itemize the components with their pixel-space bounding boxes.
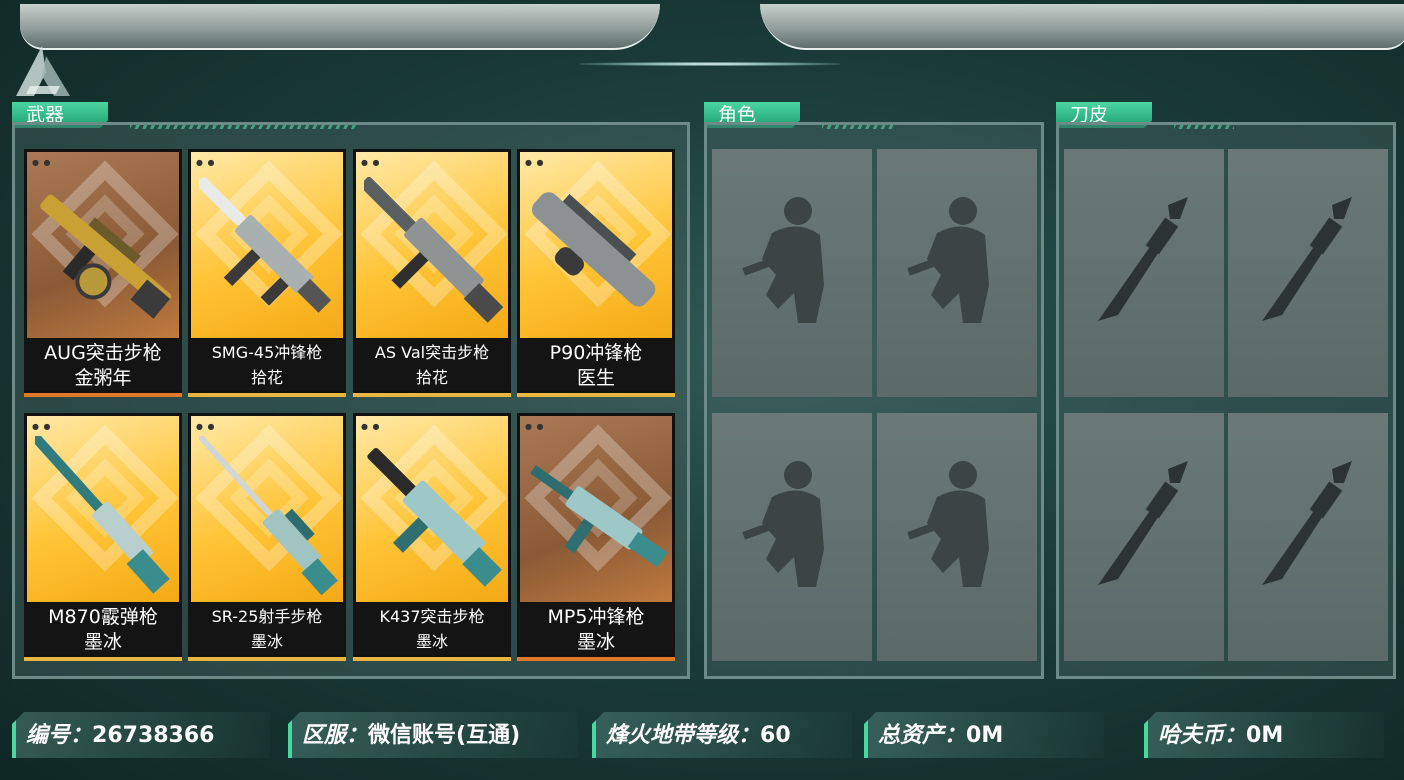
server-value: 微信账号(互通): [368, 723, 521, 748]
server-label: 区服：: [302, 723, 369, 748]
rifle-icon: [40, 194, 172, 319]
weapon-card[interactable]: ● ● P90冲锋枪 医生: [517, 149, 675, 397]
weapon-name: SMG-45冲锋枪 拾花: [188, 339, 346, 391]
knife-slot[interactable]: [1228, 149, 1388, 397]
smg-icon: [530, 465, 668, 568]
weapon-card[interactable]: ● ● M870霰弹枪 墨冰: [24, 413, 182, 661]
coin-field: 哈夫币：0M: [1144, 712, 1384, 758]
top-banner-right: [760, 4, 1404, 50]
account-id-label: 编号：: [26, 723, 93, 748]
weapon-card[interactable]: ● ● SR-25射手步枪 墨冰: [188, 413, 346, 661]
soldier-silhouette-icon: [907, 197, 989, 323]
coin-label: 哈夫币：: [1158, 723, 1247, 748]
total-assets-value: 0M: [966, 723, 1004, 748]
level-value: 60: [760, 723, 791, 748]
weapon-name: P90冲锋枪 医生: [517, 339, 675, 391]
level-label: 烽火地带等级：: [606, 723, 761, 748]
weapon-card[interactable]: ● ● K437突击步枪 墨冰: [353, 413, 511, 661]
role-slot[interactable]: [877, 413, 1037, 661]
top-banner-left: [20, 4, 660, 50]
weapon-name: AS Val突击步枪 拾花: [353, 339, 511, 391]
smg-icon: [199, 176, 332, 313]
knife-silhouette-icon: [1262, 197, 1352, 321]
weapon-name: K437突击步枪 墨冰: [353, 603, 511, 655]
weapon-art: ● ●: [191, 416, 343, 602]
sniper-rifle-icon: [199, 436, 338, 596]
weapon-name: M870霰弹枪 墨冰: [24, 603, 182, 655]
rifle-icon: [367, 447, 502, 587]
top-banner: [20, 4, 1404, 66]
soldier-silhouette-icon: [742, 197, 824, 323]
weapon-art: ● ●: [191, 152, 343, 338]
weapon-name: SR-25射手步枪 墨冰: [188, 603, 346, 655]
weapons-panel: ● ● AUG突击步枪 金粥年 ● ● SMG-45冲锋枪 拾花 ● ● AS …: [12, 122, 690, 679]
account-id-field: 编号：26738366: [12, 712, 270, 758]
knife-slot[interactable]: [1064, 149, 1224, 397]
level-field: 烽火地带等级：60: [592, 712, 852, 758]
weapon-card[interactable]: ● ● MP5冲锋枪 墨冰: [517, 413, 675, 661]
role-slot[interactable]: [877, 149, 1037, 397]
knife-slot[interactable]: [1228, 413, 1388, 661]
weapon-art: ● ●: [520, 416, 672, 602]
rifle-icon: [364, 176, 504, 323]
weapon-card[interactable]: ● ● AUG突击步枪 金粥年: [24, 149, 182, 397]
roles-panel: [704, 122, 1044, 679]
role-slot[interactable]: [712, 413, 872, 661]
weapon-name: MP5冲锋枪 墨冰: [517, 603, 675, 655]
weapon-art: ● ●: [27, 416, 179, 602]
account-id-value: 26738366: [92, 723, 215, 748]
p90-icon: [531, 192, 656, 307]
server-field: 区服：微信账号(互通): [288, 712, 578, 758]
knives-panel: [1056, 122, 1396, 679]
knife-slot[interactable]: [1064, 413, 1224, 661]
soldier-silhouette-icon: [907, 461, 989, 587]
total-assets-field: 总资产：0M: [864, 712, 1104, 758]
coin-value: 0M: [1246, 723, 1284, 748]
weapon-art: ● ●: [356, 152, 508, 338]
weapon-art: ● ●: [520, 152, 672, 338]
weapon-art: ● ●: [356, 416, 508, 602]
role-slot[interactable]: [712, 149, 872, 397]
total-assets-label: 总资产：: [878, 723, 967, 748]
game-logo-icon: [12, 42, 76, 100]
shotgun-icon: [35, 436, 170, 594]
knife-silhouette-icon: [1098, 461, 1188, 585]
top-banner-glow: [580, 62, 840, 66]
knife-silhouette-icon: [1262, 461, 1352, 585]
weapon-card[interactable]: ● ● SMG-45冲锋枪 拾花: [188, 149, 346, 397]
weapon-card[interactable]: ● ● AS Val突击步枪 拾花: [353, 149, 511, 397]
weapon-name: AUG突击步枪 金粥年: [24, 339, 182, 391]
knife-silhouette-icon: [1098, 197, 1188, 321]
soldier-silhouette-icon: [742, 461, 824, 587]
weapon-art: ● ●: [27, 152, 179, 338]
